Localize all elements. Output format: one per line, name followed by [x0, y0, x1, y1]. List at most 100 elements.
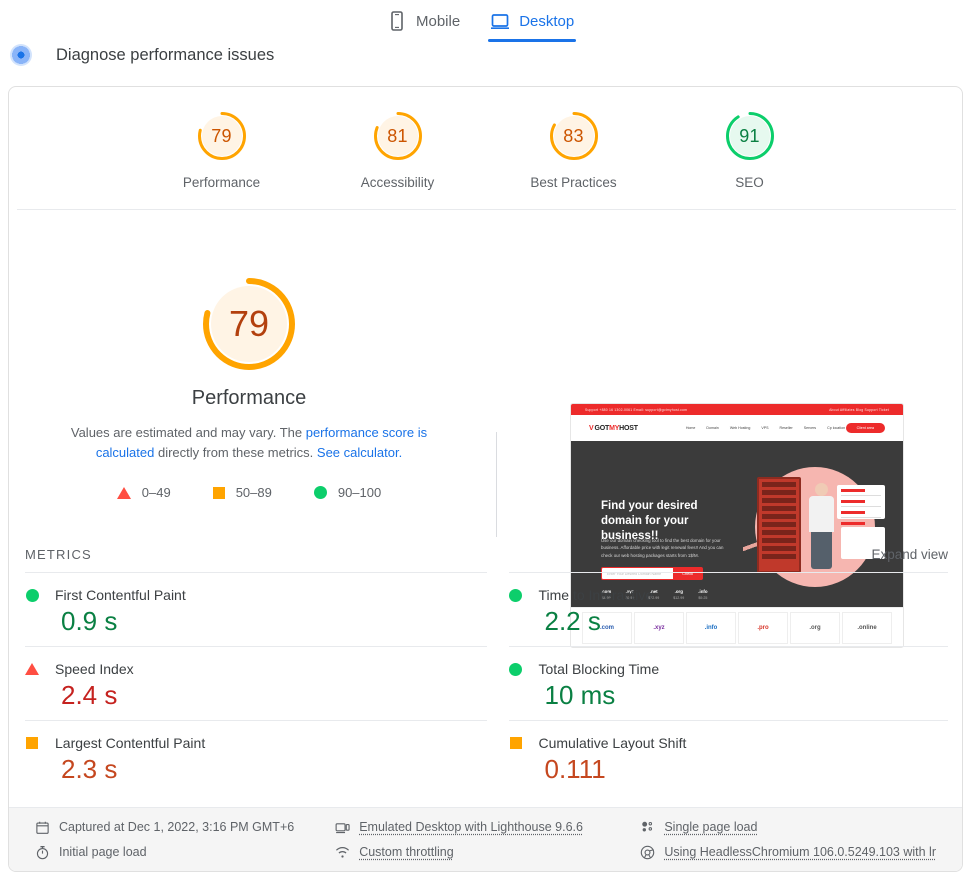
diagnose-label: Diagnose performance issues	[56, 46, 274, 65]
metric-name: Speed Index	[55, 661, 134, 677]
metrics-column-left: First Contentful Paint 0.9 s Speed Index…	[25, 572, 487, 794]
chromium-row[interactable]: Using HeadlessChromium 106.0.5249.103 wi…	[640, 845, 936, 860]
vertical-divider	[496, 432, 497, 537]
orange-square-icon	[25, 737, 39, 749]
legend-poor: 0–49	[117, 485, 171, 500]
run-metadata-footer: Captured at Dec 1, 2022, 3:16 PM GMT+6 I…	[9, 807, 962, 871]
tab-mobile[interactable]: Mobile	[385, 6, 462, 42]
captured-at-text: Captured at Dec 1, 2022, 3:16 PM GMT+6	[59, 820, 294, 834]
score-value-seo: 91	[723, 109, 777, 163]
footer-column-2: Emulated Desktop with Lighthouse 9.6.6 C…	[335, 820, 640, 860]
site-logo-b: MY	[609, 425, 619, 432]
illustration-person-body	[809, 496, 834, 532]
red-triangle-icon	[25, 663, 39, 675]
metric-name: Time to Interactive	[539, 587, 654, 603]
chrome-browser-icon	[640, 845, 655, 860]
desktop-monitor-icon	[490, 10, 510, 32]
legend-average: 50–89	[213, 485, 272, 500]
metric-speed-index[interactable]: Speed Index 2.4 s	[25, 646, 487, 720]
metric-total-blocking-time[interactable]: Total Blocking Time 10 ms	[509, 646, 949, 720]
tab-active-indicator	[488, 39, 576, 42]
throttling-text[interactable]: Custom throttling	[359, 845, 453, 859]
score-value-best-practices: 83	[547, 109, 601, 163]
gauge-ring-seo: 91	[723, 109, 777, 163]
calendar-icon	[35, 820, 50, 835]
metrics-title: METRICS	[25, 547, 92, 562]
site-contact-info: Support +880 16 1302-0061 Email: support…	[585, 408, 687, 412]
metric-cumulative-layout-shift[interactable]: Cumulative Layout Shift 0.111	[509, 720, 949, 794]
footer-column-3: Single page load Using HeadlessChromium …	[640, 820, 936, 860]
score-label-accessibility: Accessibility	[361, 175, 435, 190]
insights-target-icon	[10, 44, 32, 66]
site-nav-item: Domain	[706, 426, 718, 430]
metrics-grid: First Contentful Paint 0.9 s Speed Index…	[25, 572, 948, 794]
site-nav-item: Home	[686, 426, 696, 430]
metrics-header: METRICS Expand view	[25, 547, 948, 562]
metric-value: 0.111	[545, 754, 949, 785]
illustration-panel-list	[837, 485, 885, 519]
score-gauge-performance[interactable]: 79 Performance	[167, 109, 277, 190]
single-page-load-text[interactable]: Single page load	[664, 820, 757, 834]
score-gauge-best-practices[interactable]: 83 Best Practices	[519, 109, 629, 190]
site-logo: VGOTMYHOST	[589, 425, 638, 432]
green-circle-icon	[25, 589, 39, 602]
score-label-seo: SEO	[735, 175, 764, 190]
site-logo-c: HOST	[619, 425, 638, 432]
site-nav-item: Reseller	[780, 426, 793, 430]
emulation-text[interactable]: Emulated Desktop with Lighthouse 9.6.6	[359, 820, 583, 834]
see-calculator-link[interactable]: See calculator.	[317, 445, 402, 460]
score-label-best-practices: Best Practices	[530, 175, 616, 190]
green-circle-icon	[509, 589, 523, 602]
metric-value: 10 ms	[545, 680, 949, 711]
page-load-row: Initial page load	[35, 845, 335, 860]
legend-good-range: 90–100	[338, 485, 381, 500]
site-nav-item: Web Hosting	[730, 426, 751, 430]
metric-name: Total Blocking Time	[539, 661, 660, 677]
site-nav-item: Servers	[804, 426, 816, 430]
emulation-row[interactable]: Emulated Desktop with Lighthouse 9.6.6	[335, 820, 640, 835]
report-card: 79 Performance 81 Accessibility 83	[8, 86, 963, 872]
site-utility-links: About Affiliates Blog Support Ticket	[829, 408, 889, 412]
metric-value: 2.4 s	[61, 680, 487, 711]
expand-view-button[interactable]: Expand view	[871, 547, 948, 562]
legend-poor-range: 0–49	[142, 485, 171, 500]
performance-gauge-large: 79	[199, 274, 299, 374]
performance-title: Performance	[192, 387, 307, 410]
diagnose-performance-issues-row[interactable]: Diagnose performance issues	[10, 44, 274, 66]
desktop-device-icon	[335, 820, 350, 835]
single-page-load-icon	[640, 820, 655, 835]
metric-largest-contentful-paint[interactable]: Largest Contentful Paint 2.3 s	[25, 720, 487, 794]
site-nav-item: VPS	[761, 426, 768, 430]
metric-name: Largest Contentful Paint	[55, 735, 205, 751]
illustration-person-head	[815, 483, 828, 496]
metrics-column-right: Time to Interactive 2.2 s Total Blocking…	[487, 572, 949, 794]
site-utility-bar: Support +880 16 1302-0061 Email: support…	[571, 404, 903, 415]
red-triangle-icon	[117, 487, 131, 499]
gauge-ring-performance: 79	[195, 109, 249, 163]
tab-desktop[interactable]: Desktop	[488, 6, 576, 42]
orange-square-icon	[213, 487, 225, 499]
chromium-text[interactable]: Using HeadlessChromium 106.0.5249.103 wi…	[664, 845, 936, 859]
metric-name: First Contentful Paint	[55, 587, 186, 603]
site-logo-mark: V	[589, 425, 593, 432]
page-load-text: Initial page load	[59, 845, 147, 859]
score-value-accessibility: 81	[371, 109, 425, 163]
top-bar: Mobile Desktop Diagnose performance issu…	[0, 0, 971, 76]
site-nav-bar: VGOTMYHOST Home Domain Web Hosting VPS R…	[571, 415, 903, 441]
site-client-area-button: Client area	[846, 423, 885, 433]
score-gauge-accessibility[interactable]: 81 Accessibility	[343, 109, 453, 190]
score-legend: 0–49 50–89 90–100	[117, 485, 381, 500]
stopwatch-icon	[35, 845, 50, 860]
orange-square-icon	[509, 737, 523, 749]
metric-value: 2.3 s	[61, 754, 487, 785]
metric-time-to-interactive[interactable]: Time to Interactive 2.2 s	[509, 572, 949, 646]
score-gauge-seo[interactable]: 91 SEO	[695, 109, 805, 190]
score-label-performance: Performance	[183, 175, 260, 190]
metric-first-contentful-paint[interactable]: First Contentful Paint 0.9 s	[25, 572, 487, 646]
device-tabs: Mobile Desktop	[385, 6, 576, 42]
single-page-load-row[interactable]: Single page load	[640, 820, 936, 835]
throttling-row[interactable]: Custom throttling	[335, 845, 640, 860]
note-text-2: directly from these metrics.	[154, 445, 317, 460]
green-circle-icon	[509, 663, 523, 676]
site-logo-a: GOT	[594, 425, 609, 432]
